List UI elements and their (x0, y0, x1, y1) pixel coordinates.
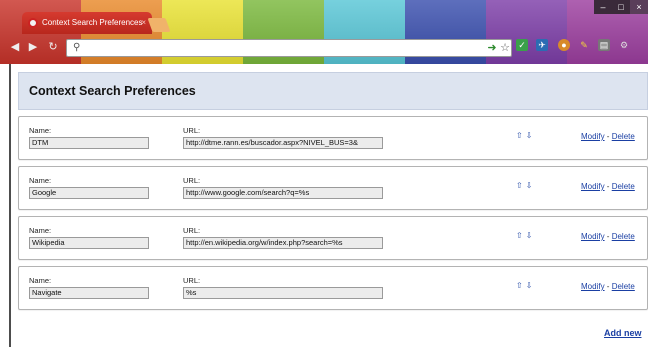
move-up-icon[interactable]: ⇧ (516, 231, 523, 240)
reorder-controls: ⇧ ⇩ (516, 281, 535, 290)
search-entry: Name: URL: Google http://www.google.com/… (18, 166, 648, 210)
action-separator: - (606, 182, 610, 191)
name-field[interactable]: DTM (29, 137, 149, 149)
browser-toolbar: ◀ ▶ ↻ ⚲ ➜ ☆ (0, 34, 648, 62)
maximize-button[interactable]: □ (612, 0, 630, 14)
action-separator: - (606, 282, 610, 291)
name-label: Name: (29, 226, 52, 235)
url-label: URL: (183, 126, 201, 135)
delete-link[interactable]: Delete (612, 182, 635, 191)
tab-title: Context Search Preferences (42, 18, 143, 27)
browser-tab[interactable]: Context Search Preferences × (22, 12, 152, 34)
delete-link[interactable]: Delete (612, 232, 635, 241)
forward-arrow-icon[interactable]: ▶ (26, 40, 40, 54)
name-field[interactable]: Wikipedia (29, 237, 149, 249)
url-field[interactable]: http://www.google.com/search?q=%s (183, 187, 383, 199)
reload-icon[interactable]: ↻ (46, 40, 60, 54)
page-header: Context Search Preferences (18, 72, 648, 110)
delete-link[interactable]: Delete (612, 282, 635, 291)
reorder-controls: ⇧ ⇩ (516, 131, 535, 140)
delete-link[interactable]: Delete (612, 132, 635, 141)
move-up-icon[interactable]: ⇧ (516, 131, 523, 140)
extension-check-icon[interactable]: ✓ (516, 39, 528, 51)
move-down-icon[interactable]: ⇩ (526, 231, 533, 240)
tab-close-icon[interactable]: × (141, 12, 146, 34)
close-window-button[interactable]: × (630, 0, 648, 14)
modify-link[interactable]: Modify (581, 282, 605, 291)
tab-favicon-icon (28, 18, 38, 28)
search-entry: Name: URL: Wikipedia http://en.wikipedia… (18, 216, 648, 260)
reorder-controls: ⇧ ⇩ (516, 231, 535, 240)
search-entry: Name: URL: Navigate %s ⇧ ⇩ Modify - Delet… (18, 266, 648, 310)
back-arrow-icon[interactable]: ◀ (8, 40, 22, 54)
url-field[interactable]: %s (183, 287, 383, 299)
name-label: Name: (29, 126, 52, 135)
name-field[interactable]: Google (29, 187, 149, 199)
url-label: URL: (183, 176, 201, 185)
address-input[interactable] (87, 41, 487, 55)
url-field[interactable]: http://dtme.rann.es/buscador.aspx?NIVEL_… (183, 137, 383, 149)
bookmark-star-icon[interactable]: ☆ (499, 42, 511, 54)
minimize-button[interactable]: – (594, 0, 612, 14)
add-new-link[interactable]: Add new (604, 328, 642, 338)
name-field[interactable]: Navigate (29, 287, 149, 299)
move-up-icon[interactable]: ⇧ (516, 281, 523, 290)
wrench-menu-icon[interactable]: ⚙ (618, 39, 630, 51)
window-controls: – □ × (594, 0, 648, 14)
url-label: URL: (183, 226, 201, 235)
entry-actions: Modify - Delete (581, 282, 635, 291)
action-separator: - (606, 132, 610, 141)
search-entry: Name: URL: DTM http://dtme.rann.es/busca… (18, 116, 648, 160)
reorder-controls: ⇧ ⇩ (516, 181, 535, 190)
move-down-icon[interactable]: ⇩ (526, 181, 533, 190)
preferences-page: Context Search Preferences Name: URL: DT… (0, 64, 648, 347)
move-up-icon[interactable]: ⇧ (516, 181, 523, 190)
extension-bird-icon[interactable]: ✈ (536, 39, 548, 51)
modify-link[interactable]: Modify (581, 132, 605, 141)
url-label: URL: (183, 276, 201, 285)
modify-link[interactable]: Modify (581, 232, 605, 241)
address-bar[interactable]: ⚲ (66, 39, 512, 57)
go-arrow-icon[interactable]: ➜ (486, 42, 498, 54)
page-title: Context Search Preferences (29, 84, 196, 98)
url-field[interactable]: http://en.wikipedia.org/w/index.php?sear… (183, 237, 383, 249)
extension-trash-icon[interactable]: ▤ (598, 39, 610, 51)
extension-pencil-icon[interactable]: ✎ (578, 39, 590, 51)
name-label: Name: (29, 176, 52, 185)
entry-actions: Modify - Delete (581, 232, 635, 241)
search-icon: ⚲ (73, 42, 81, 53)
name-label: Name: (29, 276, 52, 285)
move-down-icon[interactable]: ⇩ (526, 281, 533, 290)
left-divider (9, 64, 11, 347)
entry-actions: Modify - Delete (581, 182, 635, 191)
entry-actions: Modify - Delete (581, 132, 635, 141)
extension-hand-icon[interactable]: ● (558, 39, 570, 51)
browser-chrome: Context Search Preferences × – □ × ◀ ▶ ↻… (0, 0, 648, 64)
action-separator: - (606, 232, 610, 241)
modify-link[interactable]: Modify (581, 182, 605, 191)
move-down-icon[interactable]: ⇩ (526, 131, 533, 140)
